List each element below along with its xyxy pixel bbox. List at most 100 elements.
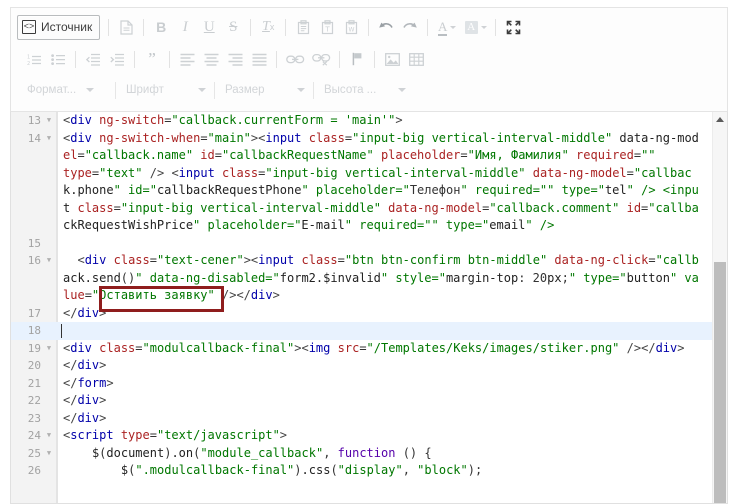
font-select[interactable]: Шрифт xyxy=(122,80,208,100)
paste-icon[interactable] xyxy=(292,16,314,38)
source-button-label: Источник xyxy=(41,20,93,34)
fold-toggle-icon[interactable]: ▼ xyxy=(45,130,53,148)
code-line[interactable]: type="text" /> <input class="input-big v… xyxy=(11,165,727,183)
code-text: lue="Оставить заявку" /></div> xyxy=(63,288,280,302)
toolbar-separator xyxy=(374,50,375,68)
code-text: ack.send()" data-ng-disabled="form2.$inv… xyxy=(63,270,699,285)
code-line[interactable]: 25 ▼ $(document).on("module_callback", fu… xyxy=(11,445,727,463)
table-icon[interactable] xyxy=(405,48,427,70)
image-icon[interactable] xyxy=(381,48,403,70)
fold-toggle-icon[interactable]: ▼ xyxy=(45,252,53,270)
code-text: </div> xyxy=(63,305,107,320)
blockquote-icon[interactable]: ” xyxy=(141,48,163,70)
toolbar-row-1: <> Источник B I U S Tx T W A A xyxy=(17,12,723,42)
vertical-scrollbar[interactable] xyxy=(712,112,727,503)
line-height-select[interactable]: Высота ... xyxy=(320,80,408,100)
unlink-icon[interactable] xyxy=(309,48,333,70)
link-icon[interactable] xyxy=(283,48,307,70)
underline-icon[interactable]: U xyxy=(198,16,220,38)
code-line[interactable]: 20 </div> xyxy=(11,357,727,375)
code-text: </div> xyxy=(63,358,107,372)
code-line[interactable]: 24 ▼ <script type="text/javascript"> xyxy=(11,427,727,445)
line-number: 26 xyxy=(27,464,41,477)
code-line[interactable]: el="callback.name" id="callbackRequestNa… xyxy=(11,147,727,165)
anchor-icon[interactable] xyxy=(346,48,368,70)
code-text: k.phone" id="callbackRequestPhone" place… xyxy=(63,183,699,197)
code-line[interactable]: 15 xyxy=(11,235,727,253)
redo-icon[interactable] xyxy=(399,16,421,38)
code-line[interactable]: 14 ▼ <div ng-switch-when="main"><input cla… xyxy=(11,130,727,148)
toolbar-separator xyxy=(75,50,76,68)
line-number: 24 xyxy=(27,429,41,442)
scroll-up-arrow[interactable] xyxy=(713,112,727,127)
scrollbar-thumb[interactable] xyxy=(714,262,726,503)
code-line[interactable]: 19 ▼ <div class="modulcallback-final"><img… xyxy=(11,340,727,358)
paste-as-text-icon[interactable]: T xyxy=(316,16,338,38)
toolbar-separator xyxy=(285,18,287,36)
code-text: </div> xyxy=(63,393,107,407)
align-right-icon[interactable] xyxy=(224,48,246,70)
chevron-down-icon xyxy=(86,88,95,92)
code-text: <div ng-switch-when="main"><input class=… xyxy=(63,130,699,145)
line-number: 25 xyxy=(27,446,41,460)
line-number: 14 xyxy=(27,131,41,145)
fold-toggle-icon[interactable]: ▼ xyxy=(45,340,53,358)
undo-icon[interactable] xyxy=(375,16,397,38)
code-line[interactable]: 18 xyxy=(11,322,727,340)
fold-toggle-icon[interactable]: ▼ xyxy=(45,445,53,463)
align-center-icon[interactable] xyxy=(200,48,222,70)
code-line[interactable]: 16 ▼ <div class="text-cener"><input class… xyxy=(11,252,727,270)
paste-from-word-icon[interactable]: W xyxy=(340,16,362,38)
size-select[interactable]: Размер xyxy=(221,80,307,100)
code-line[interactable]: 17 </div> xyxy=(11,305,727,323)
fold-toggle-icon[interactable]: ▼ xyxy=(45,427,53,445)
code-text: ckRequestWishPrice" placeholder="E-mail"… xyxy=(63,218,555,232)
code-line[interactable]: k.phone" id="callbackRequestPhone" place… xyxy=(11,182,727,200)
maximize-icon[interactable] xyxy=(502,16,524,38)
toolbar-separator xyxy=(214,81,215,99)
align-left-icon[interactable] xyxy=(176,48,198,70)
code-line[interactable]: t class="input-big vertical-interval-mid… xyxy=(11,200,727,218)
bulleted-list-icon[interactable] xyxy=(47,48,69,70)
toolbar-separator xyxy=(134,50,135,68)
toolbar-separator xyxy=(495,18,497,36)
text-color-icon[interactable]: A xyxy=(434,16,460,38)
code-text: <div ng-switch="callback.currentForm = '… xyxy=(63,113,403,127)
toolbar-separator xyxy=(368,18,370,36)
line-number: 19 xyxy=(27,341,41,355)
line-number: 22 xyxy=(27,394,41,407)
increase-indent-icon[interactable] xyxy=(106,48,128,70)
toolbar-row-3: Формат... Шрифт Размер Высота ... xyxy=(17,76,723,104)
code-line[interactable]: 13 ▼ <div ng-switch="callback.currentForm … xyxy=(11,112,727,130)
decrease-indent-icon[interactable] xyxy=(82,48,104,70)
new-page-icon[interactable] xyxy=(115,16,137,38)
line-number: 20 xyxy=(27,359,41,372)
code-text: <div class="modulcallback-final"><img sr… xyxy=(63,340,685,355)
source-button[interactable]: <> Источник xyxy=(17,14,101,40)
fold-toggle-icon[interactable]: ▼ xyxy=(45,112,53,130)
code-line[interactable]: 23 </div> xyxy=(11,410,727,428)
svg-text:T: T xyxy=(324,25,330,33)
code-line[interactable]: 22 </div> xyxy=(11,392,727,410)
strikethrough-icon[interactable]: S xyxy=(222,16,244,38)
line-number: 16 xyxy=(27,254,41,267)
format-select[interactable]: Формат... xyxy=(23,80,109,100)
code-lines-container[interactable]: 13 ▼ <div ng-switch="callback.currentForm … xyxy=(11,112,727,503)
chevron-down-icon xyxy=(398,88,406,92)
background-color-icon[interactable]: A xyxy=(462,16,489,38)
code-text: <div class="text-cener"><input class="bt… xyxy=(77,253,699,267)
line-number: 21 xyxy=(27,376,41,390)
code-line[interactable]: lue="Оставить заявку" /></div> xyxy=(11,287,727,305)
source-code-area[interactable]: 13 ▼ <div ng-switch="callback.currentForm … xyxy=(10,111,728,504)
align-justify-icon[interactable] xyxy=(248,48,270,70)
toolbar-separator xyxy=(313,81,314,99)
bold-icon[interactable]: B xyxy=(150,16,172,38)
italic-icon[interactable]: I xyxy=(174,16,196,38)
numbered-list-icon[interactable]: 12 xyxy=(23,48,45,70)
code-line[interactable]: ckRequestWishPrice" placeholder="E-mail"… xyxy=(11,217,727,235)
code-line[interactable]: 26 $(".modulcallback-final").css("displa… xyxy=(11,462,727,480)
editor-toolbar: <> Источник B I U S Tx T W A A 1 2 ” Фор… xyxy=(10,7,728,111)
remove-format-icon[interactable]: Tx xyxy=(257,16,279,38)
code-line[interactable]: ack.send()" data-ng-disabled="form2.$inv… xyxy=(11,270,727,288)
code-line[interactable]: 21 </form> xyxy=(11,375,727,393)
